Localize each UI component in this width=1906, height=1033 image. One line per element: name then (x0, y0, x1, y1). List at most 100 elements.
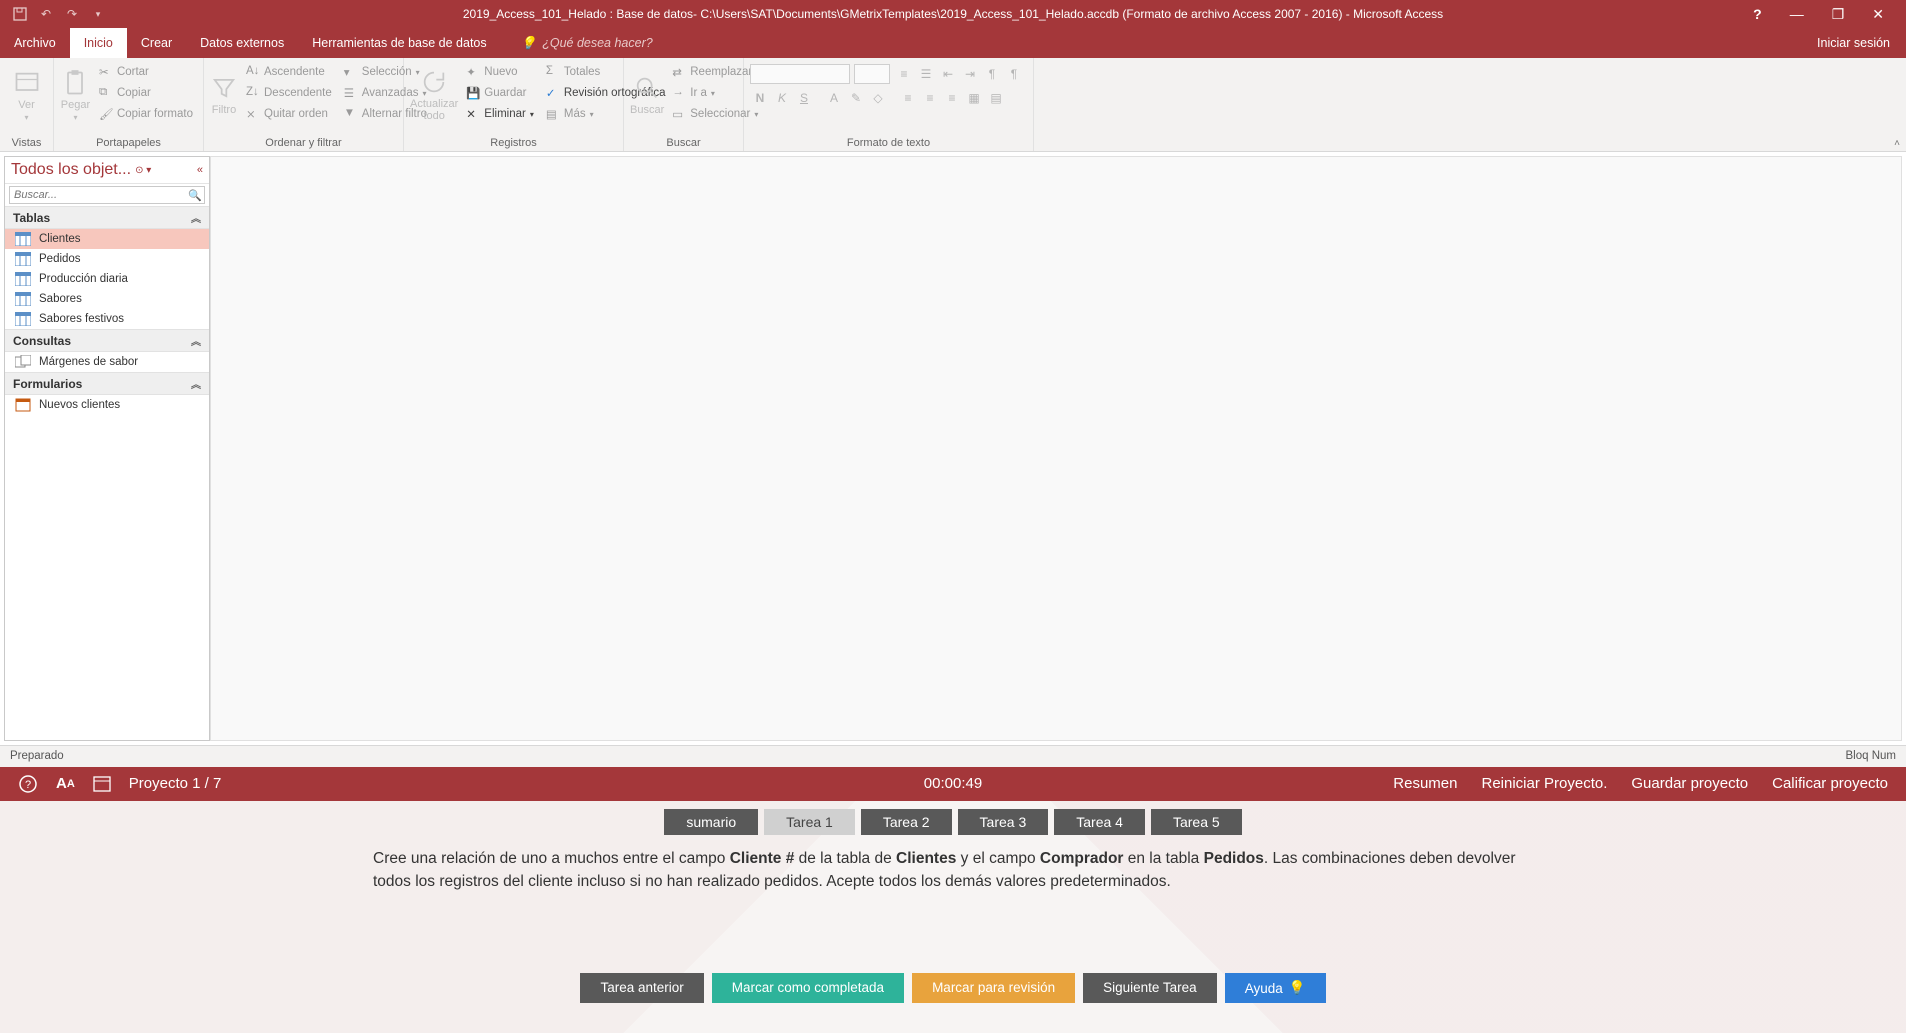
nav-table-item[interactable]: Sabores festivos (5, 309, 209, 329)
mark-complete-button[interactable]: Marcar como completada (712, 973, 904, 1003)
copy-button[interactable]: ⧉Copiar (95, 83, 197, 103)
help-button[interactable]: Ayuda💡 (1225, 973, 1326, 1003)
italic-icon[interactable]: K (772, 88, 792, 108)
rtl-icon[interactable]: ¶ (1004, 64, 1024, 84)
nav-group-header-tables[interactable]: Tablas︽ (5, 206, 209, 229)
gm-link-grade[interactable]: Calificar proyecto (1772, 775, 1888, 792)
nav-query-item[interactable]: Márgenes de sabor (5, 352, 209, 372)
redo-icon[interactable]: ↷ (60, 2, 84, 26)
tab-home[interactable]: Inicio (70, 28, 127, 58)
find-button[interactable]: Buscar (630, 62, 664, 128)
window-controls: ? — ❐ ✕ (1753, 6, 1906, 23)
bullets-icon[interactable]: ≡ (894, 64, 914, 84)
qat-dropdown-icon[interactable]: ▾ (86, 2, 110, 26)
ltr-icon[interactable]: ¶ (982, 64, 1002, 84)
task-tab[interactable]: sumario (664, 809, 758, 835)
gridlines-icon[interactable]: ▦ (964, 88, 984, 108)
highlight-icon[interactable]: ✎ (846, 88, 866, 108)
prev-task-button[interactable]: Tarea anterior (580, 973, 703, 1003)
workspace: Todos los objet... ⊙ ▾ « 🔍 Tablas︽ Clien… (0, 152, 1906, 745)
new-record-button[interactable]: ✦Nuevo (462, 62, 538, 82)
indent-inc-icon[interactable]: ⇥ (960, 64, 980, 84)
status-bar: Preparado Bloq Num (0, 745, 1906, 767)
nav-table-item[interactable]: Clientes (5, 229, 209, 249)
gm-link-save[interactable]: Guardar proyecto (1631, 775, 1748, 792)
tab-external-data[interactable]: Datos externos (186, 28, 298, 58)
nav-pane-header[interactable]: Todos los objet... ⊙ ▾ « (5, 157, 209, 184)
bold-icon[interactable]: N (750, 88, 770, 108)
gm-font-size-icon[interactable]: AA (56, 775, 75, 792)
find-label: Buscar (630, 104, 664, 116)
paste-button[interactable]: Pegar▾ (60, 62, 91, 128)
alt-row-icon[interactable]: ▤ (986, 88, 1006, 108)
sign-in-link[interactable]: Iniciar sesión (1817, 28, 1906, 58)
group-find: Buscar ⇄Reemplazar →Ir a ▾ ▭Seleccionar … (624, 58, 744, 151)
save-record-button[interactable]: 💾Guardar (462, 83, 538, 103)
replace-icon: ⇄ (672, 65, 686, 79)
nav-dropdown-icon[interactable]: ⊙ ▾ (135, 165, 151, 176)
underline-icon[interactable]: S (794, 88, 814, 108)
remove-sort-button[interactable]: ⨯Quitar orden (242, 104, 336, 124)
font-name-input[interactable] (750, 64, 850, 84)
sort-desc-button[interactable]: Z↓Descendente (242, 83, 336, 103)
save-icon[interactable] (8, 2, 32, 26)
gm-help-icon[interactable]: ? (18, 774, 38, 794)
task-tab[interactable]: Tarea 2 (861, 809, 952, 835)
view-button[interactable]: Ver▾ (6, 62, 47, 128)
group-views: Ver▾ Vistas (0, 58, 54, 151)
gm-window-icon[interactable] (93, 776, 111, 792)
chevron-up-icon: ︽ (191, 333, 201, 348)
cut-button[interactable]: ✂Cortar (95, 62, 197, 82)
tell-me-search[interactable]: 💡 ¿Qué desea hacer? (501, 28, 653, 58)
refresh-all-button[interactable]: Actualizar todo (410, 62, 458, 128)
nav-collapse-icon[interactable]: « (197, 164, 203, 176)
bulb-icon: 💡 (1289, 980, 1306, 996)
task-tab[interactable]: Tarea 3 (958, 809, 1049, 835)
format-painter-button[interactable]: 🖌Copiar formato (95, 104, 197, 124)
indent-dec-icon[interactable]: ⇤ (938, 64, 958, 84)
nav-group-header-queries[interactable]: Consultas︽ (5, 329, 209, 352)
fill-color-icon[interactable]: ◇ (868, 88, 888, 108)
help-icon[interactable]: ? (1753, 6, 1762, 22)
numbering-icon[interactable]: ☰ (916, 64, 936, 84)
nav-group-header-forms[interactable]: Formularios︽ (5, 372, 209, 395)
gm-link-restart[interactable]: Reiniciar Proyecto. (1481, 775, 1607, 792)
task-tab[interactable]: Tarea 5 (1151, 809, 1242, 835)
tab-db-tools[interactable]: Herramientas de base de datos (298, 28, 500, 58)
tell-me-placeholder: ¿Qué desea hacer? (542, 36, 653, 50)
nav-form-item[interactable]: Nuevos clientes (5, 395, 209, 415)
filter-button[interactable]: Filtro (210, 62, 238, 128)
group-records: Actualizar todo ✦Nuevo 💾Guardar ✕Elimina… (404, 58, 624, 151)
align-left-icon[interactable]: ≡ (898, 88, 918, 108)
paste-label: Pegar (61, 99, 90, 111)
align-right-icon[interactable]: ≡ (942, 88, 962, 108)
nav-table-item[interactable]: Pedidos (5, 249, 209, 269)
mark-review-button[interactable]: Marcar para revisión (912, 973, 1075, 1003)
gm-link-summary[interactable]: Resumen (1393, 775, 1457, 792)
delete-record-button[interactable]: ✕Eliminar ▾ (462, 104, 538, 124)
nav-search: 🔍 (9, 186, 205, 204)
goto-icon: → (672, 86, 686, 100)
restore-icon[interactable]: ❐ (1832, 6, 1845, 23)
tab-create[interactable]: Crear (127, 28, 186, 58)
nav-table-item[interactable]: Sabores (5, 289, 209, 309)
nav-table-item[interactable]: Producción diaria (5, 269, 209, 289)
font-size-input[interactable] (854, 64, 890, 84)
align-center-icon[interactable]: ≡ (920, 88, 940, 108)
collapse-ribbon-icon[interactable]: ˄ (1894, 138, 1900, 149)
task-tab[interactable]: Tarea 4 (1054, 809, 1145, 835)
search-icon[interactable]: 🔍 (186, 187, 204, 203)
font-color-icon[interactable]: A (824, 88, 844, 108)
task-tab[interactable]: Tarea 1 (764, 809, 855, 835)
tab-file[interactable]: Archivo (0, 28, 70, 58)
task-instructions: Cree una relación de uno a muchos entre … (353, 847, 1553, 894)
undo-icon[interactable]: ↶ (34, 2, 58, 26)
brush-icon: 🖌 (99, 107, 113, 121)
new-icon: ✦ (466, 65, 480, 79)
save-rec-icon: 💾 (466, 86, 480, 100)
nav-search-input[interactable] (10, 187, 186, 203)
minimize-icon[interactable]: — (1790, 6, 1804, 22)
sort-asc-button[interactable]: A↓Ascendente (242, 62, 336, 82)
close-icon[interactable]: ✕ (1872, 6, 1884, 23)
next-task-button[interactable]: Siguiente Tarea (1083, 973, 1217, 1003)
